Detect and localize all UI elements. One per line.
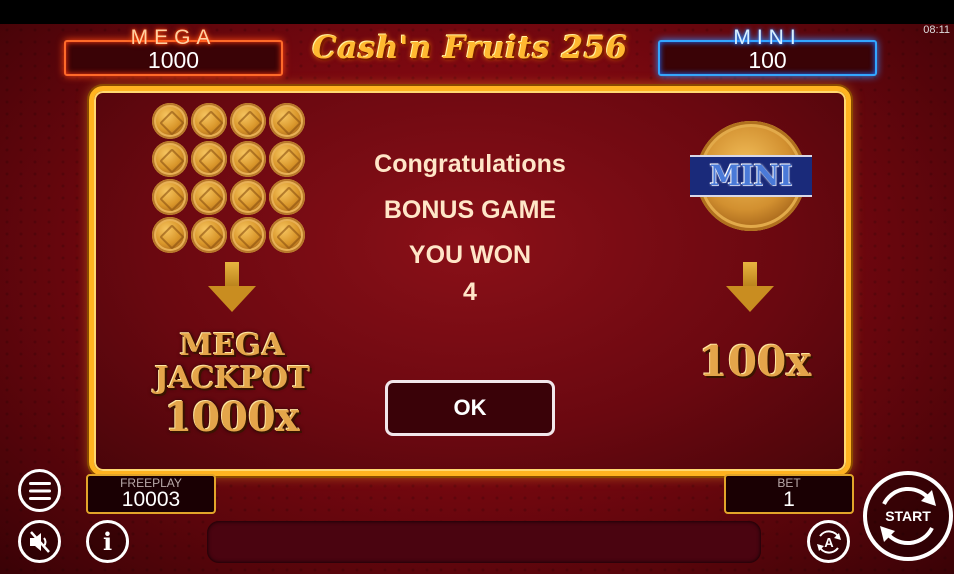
coin-icon [230,141,266,177]
won-amount: 4 [463,278,477,306]
mega-prize-line1: MEGA [179,328,285,363]
coin-icon [191,141,227,177]
mini-jackpot-display: MINI 100 [658,26,877,76]
info-button[interactable]: i [86,520,129,563]
coin-icon [152,103,188,139]
menu-button[interactable] [18,469,61,512]
mega-jackpot-display: MEGA 1000 [64,26,283,76]
start-label: START [885,508,931,524]
message-bar [207,521,761,563]
coin-grid [152,103,312,253]
mega-jackpot-value: 1000 [147,47,200,73]
coin-icon [191,217,227,253]
mini-coin-icon: MINI [690,121,812,231]
game-title-logo: Cash'n Fruits 256 [312,30,628,66]
bonus-game-text: BONUS GAME [383,196,557,224]
mega-prize-line2: JACKPOT [154,361,310,396]
coin-icon [191,179,227,215]
sound-toggle-button[interactable] [18,520,61,563]
coin-icon [230,217,266,253]
mini-coin-label: MINI [690,155,812,197]
mini-jackpot-value: 100 [748,47,787,73]
speaker-muted-icon [29,530,50,553]
coin-icon [191,103,227,139]
bet-value: 1 [783,488,795,511]
coin-icon [230,179,266,215]
coin-icon [269,103,305,139]
autoplay-button[interactable]: A [807,520,850,563]
autoplay-icon: A [816,529,841,554]
ok-button[interactable]: OK [385,380,555,436]
clock: 08:11 [923,24,950,36]
info-icon: i [102,526,113,556]
coin-icon [152,179,188,215]
status-bar [0,0,954,24]
mega-jackpot-label: MEGA [130,26,217,49]
mega-jackpot-prize: MEGA JACKPOT 1000x [112,330,352,440]
mini-jackpot-label: MINI [733,26,802,49]
coin-icon [269,179,305,215]
freeplay-value: 10003 [121,488,181,511]
coin-icon [152,217,188,253]
hamburger-icon [28,481,51,500]
mega-prize-multiplier: 1000x [164,394,300,441]
coin-icon [269,141,305,177]
coin-icon [152,141,188,177]
you-won-text: YOU WON [408,241,532,269]
coin-icon [230,103,266,139]
freeplay-display: FREEPLAY 10003 [86,474,216,514]
start-button[interactable]: START [863,471,953,561]
svg-text:A: A [824,535,834,550]
bet-display[interactable]: BET 1 [724,474,854,514]
mini-prize-multiplier: 100x [698,337,812,386]
congratulations-text: Congratulations [374,150,566,178]
coin-icon [269,217,305,253]
